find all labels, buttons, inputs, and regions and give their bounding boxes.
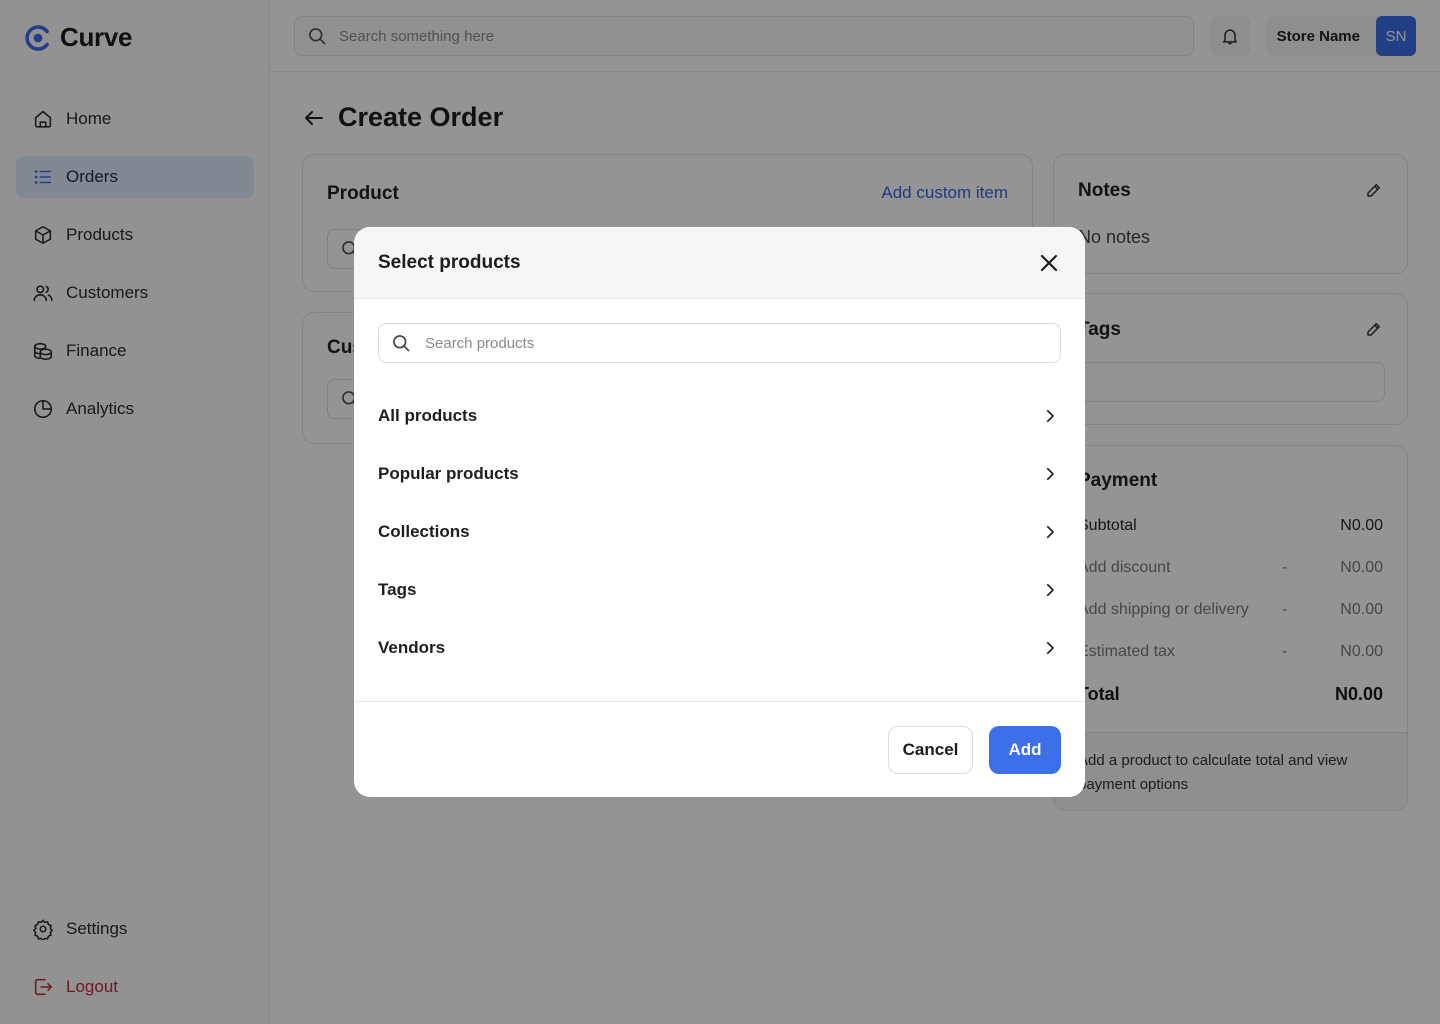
cancel-button[interactable]: Cancel — [888, 726, 973, 774]
chevron-right-icon — [1046, 467, 1054, 481]
list-item-tags[interactable]: Tags — [378, 561, 1061, 619]
list-item-label: All products — [378, 406, 478, 425]
list-item-collections[interactable]: Collections — [378, 503, 1061, 561]
select-products-modal: Select products All products Popular pro… — [354, 227, 1085, 797]
search-icon — [393, 335, 410, 352]
chevron-right-icon — [1046, 641, 1054, 655]
list-item-all-products[interactable]: All products — [378, 387, 1061, 445]
close-button[interactable] — [1037, 251, 1061, 275]
list-item-vendors[interactable]: Vendors — [378, 619, 1061, 677]
list-item-label: Vendors — [378, 638, 446, 657]
modal-header: Select products — [354, 227, 1085, 299]
modal-footer: Cancel Add — [354, 701, 1085, 797]
modal-title: Select products — [378, 252, 521, 273]
chevron-right-icon — [1046, 525, 1054, 539]
product-search-input[interactable] — [425, 334, 1025, 352]
chevron-right-icon — [1046, 409, 1054, 423]
list-item-label: Tags — [378, 580, 417, 599]
product-category-list: All products Popular products Collection… — [378, 387, 1061, 677]
close-icon — [1040, 254, 1058, 272]
product-search-field[interactable] — [378, 323, 1061, 363]
list-item-popular-products[interactable]: Popular products — [378, 445, 1061, 503]
chevron-right-icon — [1046, 583, 1054, 597]
add-button[interactable]: Add — [989, 726, 1061, 774]
list-item-label: Popular products — [378, 464, 519, 483]
list-item-label: Collections — [378, 522, 470, 541]
